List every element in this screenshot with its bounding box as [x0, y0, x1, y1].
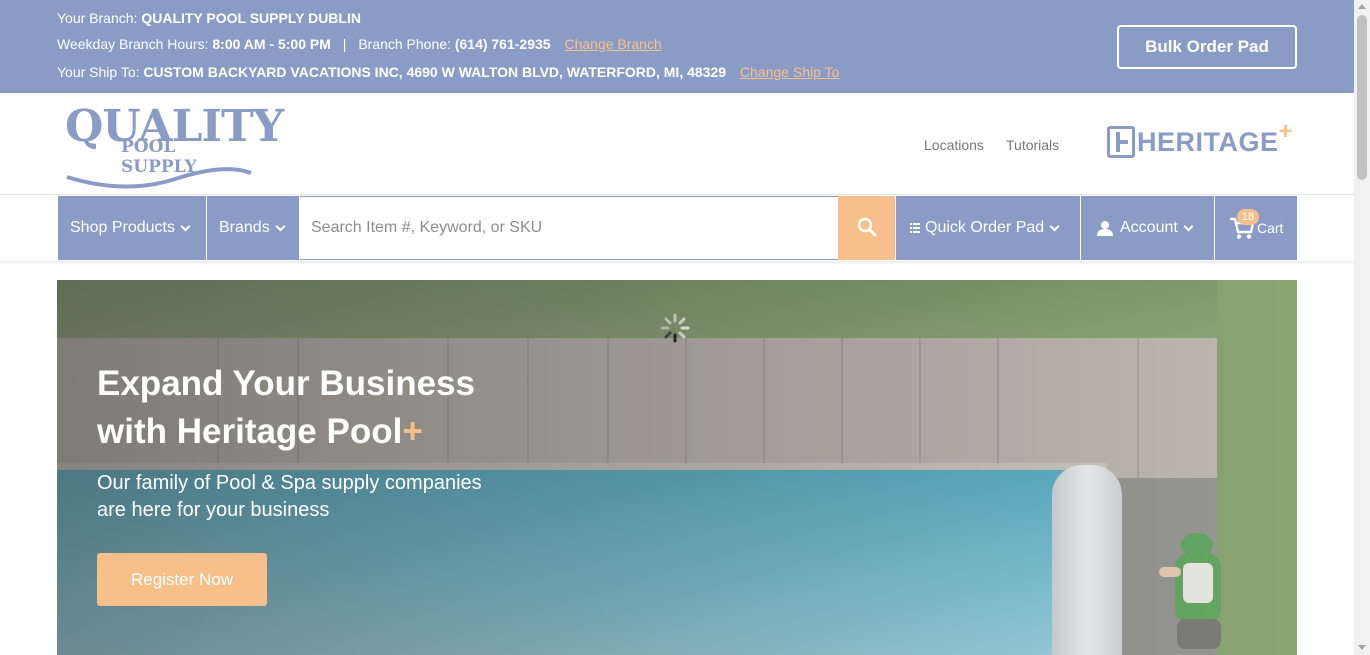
- branch-line: Your Branch: QUALITY POOL SUPPLY DUBLIN: [57, 10, 361, 26]
- hero-headline: Expand Your Business with Heritage Pool+: [97, 360, 557, 456]
- logo-wave-icon: [66, 167, 252, 189]
- brands-label: Brands: [219, 219, 270, 236]
- shop-products-menu[interactable]: Shop Products: [57, 196, 207, 260]
- cart-count-badge: 18: [1237, 209, 1259, 225]
- search-button[interactable]: [838, 196, 895, 260]
- shipto-value: CUSTOM BACKYARD VACATIONS INC, 4690 W WA…: [143, 64, 727, 80]
- separator: |: [342, 36, 347, 52]
- change-shipto-link[interactable]: Change Ship To: [740, 64, 839, 80]
- search-icon: [857, 217, 876, 236]
- hours-line: Weekday Branch Hours: 8:00 AM - 5:00 PM …: [57, 36, 662, 52]
- user-icon: [1097, 221, 1113, 236]
- hero-banner: Expand Your Business with Heritage Pool+…: [57, 280, 1297, 655]
- change-branch-link[interactable]: Change Branch: [564, 36, 661, 52]
- hero-headline-line1: Expand Your Business: [97, 364, 475, 403]
- cart-link[interactable]: Cart: [1215, 196, 1297, 260]
- shipto-label: Your Ship To:: [57, 64, 140, 80]
- chevron-down-icon: [1049, 221, 1060, 231]
- branch-name: QUALITY POOL SUPPLY DUBLIN: [141, 10, 361, 26]
- account-menu[interactable]: Account: [1081, 196, 1215, 260]
- quick-order-pad-label: Quick Order Pad: [925, 219, 1045, 236]
- register-now-button[interactable]: Register Now: [97, 553, 267, 606]
- scroll-down-arrow-icon[interactable]: [1358, 645, 1366, 650]
- shipto-line: Your Ship To: CUSTOM BACKYARD VACATIONS …: [57, 64, 839, 80]
- heritage-name: HERITAGE: [1137, 126, 1279, 157]
- cart-label: Cart: [1257, 220, 1284, 236]
- tutorials-link[interactable]: Tutorials: [1006, 137, 1059, 153]
- shop-products-label: Shop Products: [70, 219, 175, 236]
- brands-menu[interactable]: Brands: [207, 196, 300, 260]
- hours-value: 8:00 AM - 5:00 PM: [212, 36, 331, 52]
- list-icon: [910, 223, 920, 233]
- hero-headline-plus: +: [402, 412, 423, 451]
- locations-link[interactable]: Locations: [924, 137, 984, 153]
- chevron-down-icon: [1183, 221, 1194, 231]
- heritage-h-icon: [1107, 126, 1135, 158]
- scrollbar-thumb[interactable]: [1357, 15, 1367, 180]
- nav-bar: Shop Products Brands Quick Order Pad: [57, 196, 1297, 260]
- heritage-plus: +: [1278, 118, 1293, 145]
- scroll-up-arrow-icon[interactable]: [1358, 4, 1366, 9]
- phone-label: Branch Phone:: [358, 36, 451, 52]
- account-label: Account: [1120, 219, 1178, 236]
- branch-label: Your Branch:: [57, 10, 138, 26]
- bulk-order-pad-button[interactable]: Bulk Order Pad: [1117, 25, 1297, 69]
- hours-label: Weekday Branch Hours:: [57, 36, 209, 52]
- search-input[interactable]: [300, 197, 838, 259]
- hero-headline-line2: with Heritage Pool: [97, 412, 403, 451]
- hero-subtext: Our family of Pool & Spa supply companie…: [97, 472, 482, 521]
- main-nav: Shop Products Brands Quick Order Pad: [0, 196, 1354, 261]
- site-header: QUALITY POOL SUPPLY Locations Tutorials …: [0, 93, 1354, 195]
- heritage-logo[interactable]: HERITAGE +: [1107, 118, 1293, 159]
- loading-spinner-icon: [660, 313, 690, 343]
- branch-info-bar: Your Branch: QUALITY POOL SUPPLY DUBLIN …: [0, 0, 1354, 93]
- page-scrollbar[interactable]: [1354, 0, 1370, 655]
- quick-order-pad-menu[interactable]: Quick Order Pad: [895, 196, 1081, 260]
- phone-value: (614) 761-2935: [454, 36, 551, 52]
- quality-pool-supply-logo[interactable]: QUALITY POOL SUPPLY: [65, 101, 284, 189]
- chevron-down-icon: [180, 221, 191, 231]
- chevron-down-icon: [275, 221, 286, 231]
